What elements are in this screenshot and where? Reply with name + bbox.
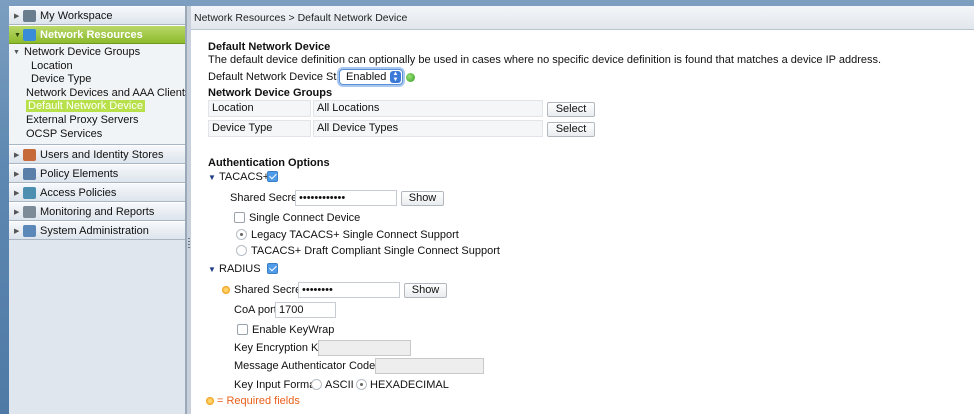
legacy-single-connect-radio[interactable] bbox=[236, 229, 247, 240]
tacacs-checkbox[interactable] bbox=[267, 171, 278, 182]
breadcrumb: Network Resources > Default Network Devi… bbox=[191, 6, 974, 30]
network-icon bbox=[23, 29, 36, 41]
ndg-device-type-select-button[interactable]: Select bbox=[547, 122, 595, 137]
draft-single-connect-label: TACACS+ Draft Compliant Single Connect S… bbox=[251, 245, 500, 257]
enable-keywrap-checkbox[interactable] bbox=[237, 324, 248, 335]
page-description: The default device definition can option… bbox=[208, 54, 882, 66]
tacacs-shared-secret-label: Shared Secret: bbox=[230, 192, 304, 204]
mac-key-input bbox=[375, 358, 484, 374]
nav-network-device-groups[interactable]: ▼ Network Device Groups bbox=[9, 46, 185, 60]
auth-options-title: Authentication Options bbox=[208, 157, 330, 169]
ascii-radio[interactable] bbox=[311, 379, 322, 390]
required-field-icon bbox=[222, 286, 230, 294]
nav-label: Monitoring and Reports bbox=[40, 206, 155, 219]
hexadecimal-radio[interactable] bbox=[356, 379, 367, 390]
nav-label: Policy Elements bbox=[40, 168, 119, 181]
radius-label: RADIUS bbox=[219, 263, 261, 275]
status-ok-icon bbox=[406, 73, 415, 82]
access-policies-icon bbox=[23, 187, 36, 200]
nav-access-policies[interactable]: ▶ Access Policies bbox=[9, 183, 185, 203]
single-connect-checkbox[interactable] bbox=[234, 212, 245, 223]
legacy-single-connect-label: Legacy TACACS+ Single Connect Support bbox=[251, 229, 459, 241]
ndg-location-name: Location bbox=[208, 100, 311, 117]
nav-ocsp-services[interactable]: OCSP Services bbox=[9, 128, 185, 142]
nav-policy-elements[interactable]: ▶ Policy Elements bbox=[9, 164, 185, 184]
hexadecimal-label: HEXADECIMAL bbox=[370, 379, 449, 391]
ndg-section-title: Network Device Groups bbox=[208, 87, 333, 99]
expand-triangle-icon[interactable]: ▶ bbox=[14, 203, 19, 222]
main-content: Network Resources > Default Network Devi… bbox=[191, 6, 974, 414]
radius-show-button[interactable]: Show bbox=[404, 283, 447, 298]
key-input-format-label: Key Input Format bbox=[234, 379, 319, 391]
single-connect-label: Single Connect Device bbox=[249, 212, 361, 224]
nav-label: Access Policies bbox=[40, 187, 117, 200]
users-icon bbox=[23, 149, 36, 162]
policy-elements-icon bbox=[23, 168, 36, 181]
nav-system-administration[interactable]: ▶ System Administration bbox=[9, 221, 185, 241]
nav-location[interactable]: Location bbox=[9, 60, 185, 74]
radius-collapse-icon[interactable]: ▼ bbox=[208, 265, 216, 274]
required-fields-note: = Required fields bbox=[217, 395, 300, 407]
required-field-icon bbox=[206, 397, 214, 405]
radius-shared-secret-label: Shared Secret: bbox=[234, 284, 308, 296]
sidebar: ▶ My Workspace ▼ Network Resources ▼ Net… bbox=[9, 6, 190, 414]
draft-single-connect-radio[interactable] bbox=[236, 245, 247, 256]
system-admin-icon bbox=[23, 225, 36, 238]
status-value: Enabled bbox=[346, 71, 387, 83]
nav-default-network-device[interactable]: Default Network Device bbox=[9, 100, 185, 114]
expand-triangle-icon[interactable]: ▶ bbox=[14, 184, 19, 203]
expand-triangle-icon[interactable]: ▶ bbox=[14, 222, 19, 241]
tacacs-label: TACACS+ bbox=[219, 171, 270, 183]
monitoring-icon bbox=[23, 206, 36, 219]
nav-label: Users and Identity Stores bbox=[40, 149, 164, 162]
ndg-location-value: All Locations bbox=[313, 100, 543, 117]
key-encryption-key-input bbox=[318, 340, 411, 356]
splitter-grip-icon[interactable] bbox=[188, 238, 190, 250]
ndg-device-type-value: All Device Types bbox=[313, 120, 543, 137]
nav-users-identity-stores[interactable]: ▶ Users and Identity Stores bbox=[9, 145, 185, 165]
radius-checkbox[interactable] bbox=[267, 263, 278, 274]
nav-network-resources[interactable]: ▼ Network Resources bbox=[9, 25, 185, 44]
enable-keywrap-label: Enable KeyWrap bbox=[252, 324, 335, 336]
nav-device-type[interactable]: Device Type bbox=[9, 73, 185, 87]
coa-port-label: CoA port: bbox=[234, 304, 280, 316]
nav-network-devices-aaa-clients[interactable]: Network Devices and AAA Clients bbox=[9, 87, 190, 101]
page-title: Default Network Device bbox=[208, 41, 331, 53]
tacacs-collapse-icon[interactable]: ▼ bbox=[208, 173, 216, 182]
network-resources-submenu: ▼ Network Device Groups Location Device … bbox=[9, 44, 190, 146]
ascii-label: ASCII bbox=[325, 379, 354, 391]
collapse-triangle-icon[interactable]: ▼ bbox=[13, 46, 20, 60]
nav-monitoring-reports[interactable]: ▶ Monitoring and Reports bbox=[9, 202, 185, 222]
collapse-triangle-icon[interactable]: ▼ bbox=[14, 26, 21, 45]
tacacs-show-button[interactable]: Show bbox=[401, 191, 444, 206]
status-select[interactable]: Enabled ▲ ▼ bbox=[339, 69, 403, 85]
select-arrows-icon: ▲ ▼ bbox=[390, 71, 401, 83]
nav-label: Network Resources bbox=[40, 29, 143, 41]
workspace-icon bbox=[23, 10, 36, 22]
status-label: Default Network Device Status: bbox=[208, 71, 361, 83]
nav-label: System Administration bbox=[40, 225, 149, 238]
expand-triangle-icon[interactable]: ▶ bbox=[14, 7, 19, 26]
expand-triangle-icon[interactable]: ▶ bbox=[14, 146, 19, 165]
coa-port-input[interactable]: 1700 bbox=[275, 302, 336, 318]
ndg-location-select-button[interactable]: Select bbox=[547, 102, 595, 117]
ndg-device-type-name: Device Type bbox=[208, 120, 311, 137]
nav-my-workspace[interactable]: ▶ My Workspace bbox=[9, 6, 185, 25]
nav-external-proxy-servers[interactable]: External Proxy Servers bbox=[9, 114, 185, 128]
radius-shared-secret-input[interactable]: •••••••• bbox=[298, 282, 400, 298]
tacacs-shared-secret-input[interactable]: •••••••••••• bbox=[295, 190, 397, 206]
expand-triangle-icon[interactable]: ▶ bbox=[14, 165, 19, 184]
nav-label: My Workspace bbox=[40, 10, 113, 22]
